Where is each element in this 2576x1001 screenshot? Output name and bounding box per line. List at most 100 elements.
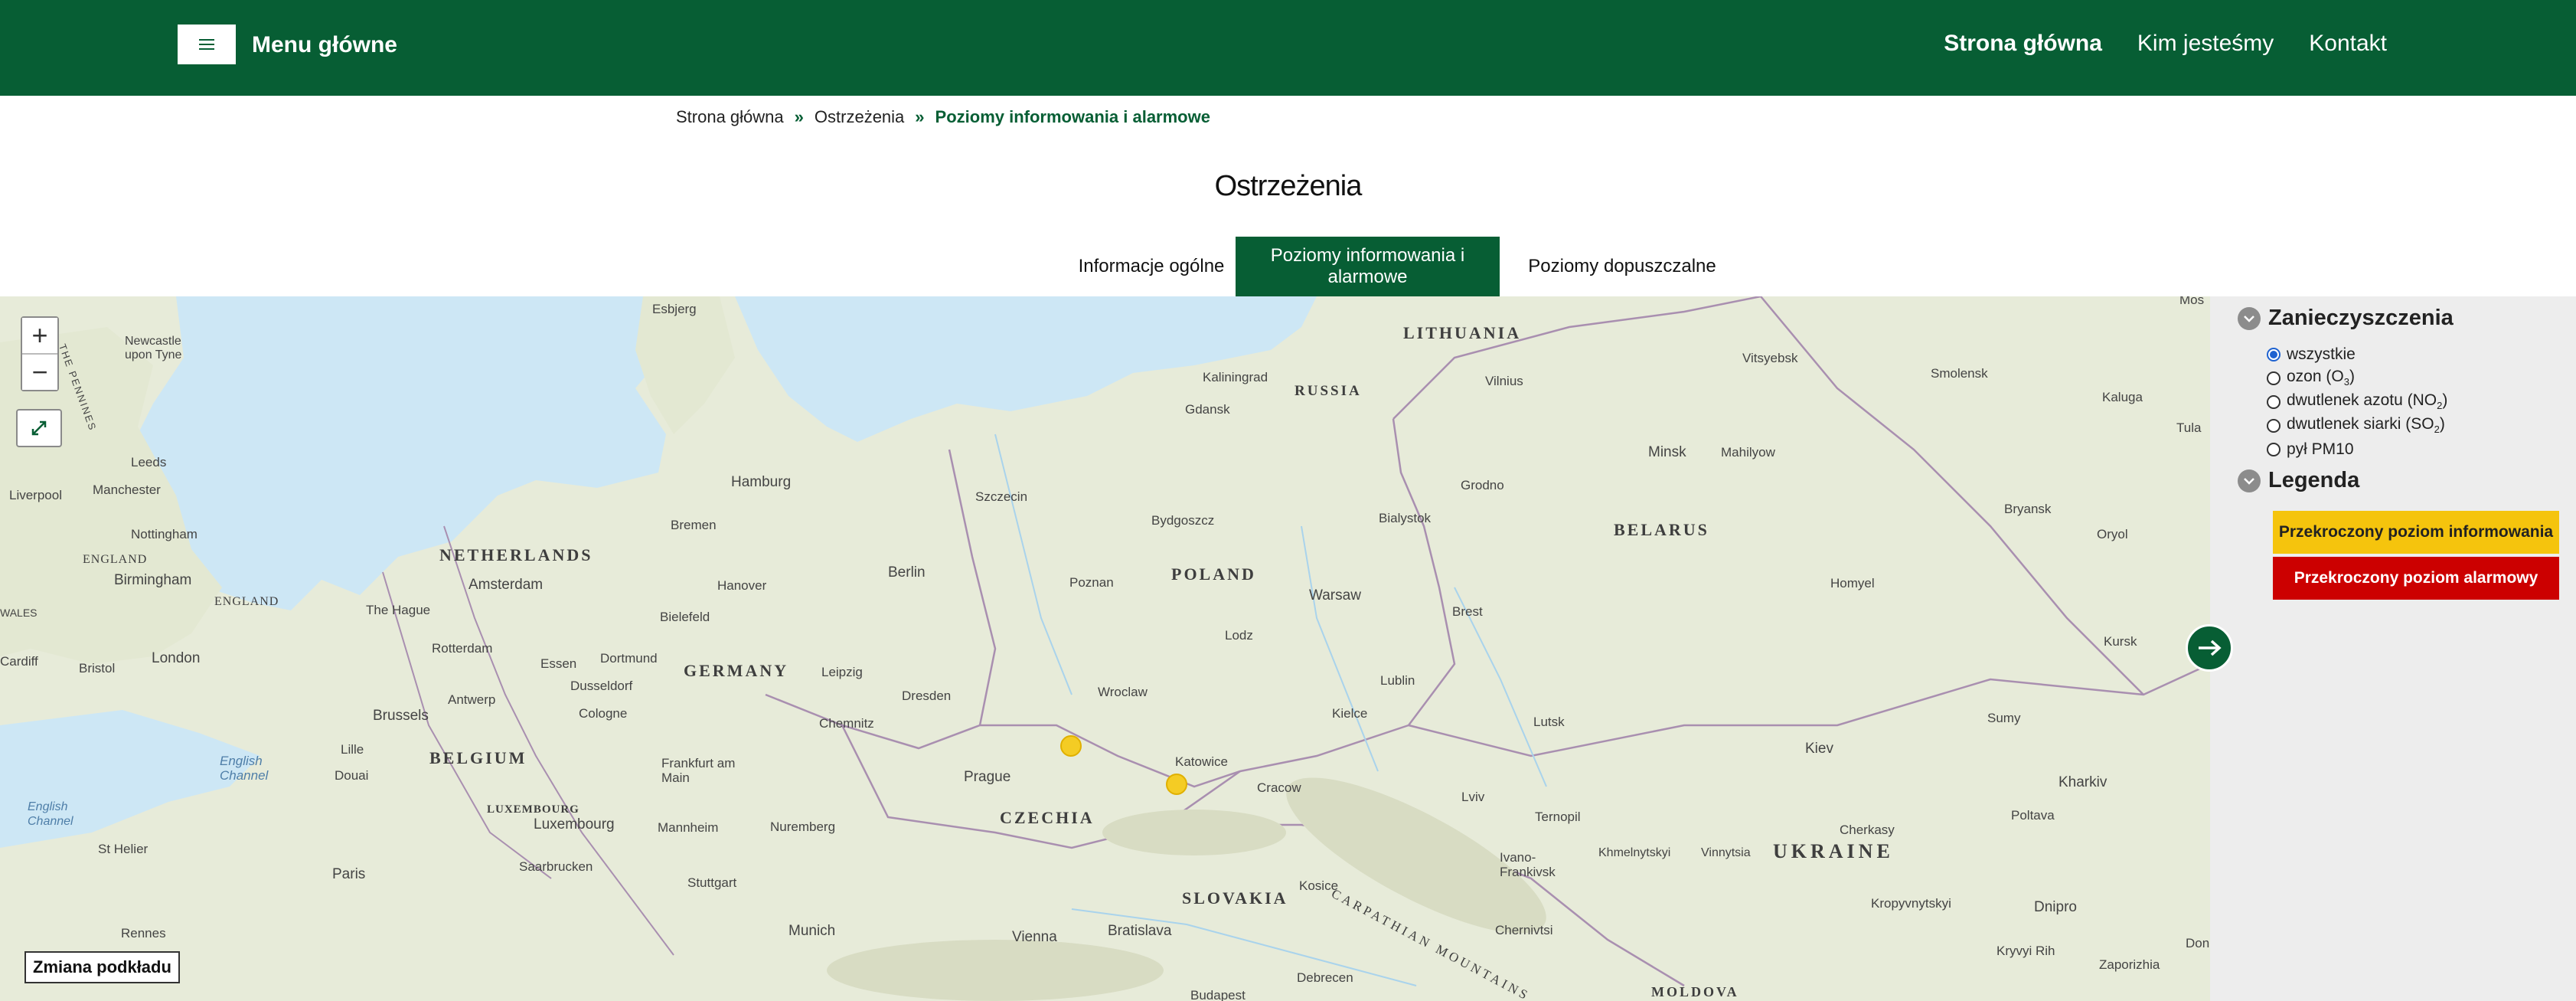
map-label-city: Lviv — [1461, 790, 1485, 804]
station-marker[interactable] — [1060, 735, 1082, 757]
page-title: Ostrzeżenia — [1214, 170, 1363, 202]
map-label-city: Luxembourg — [534, 816, 615, 833]
radio-button[interactable] — [2267, 394, 2281, 409]
tab-general-info[interactable]: Informacje ogólne — [1067, 237, 1236, 296]
map-label-city: Grodno — [1461, 478, 1504, 492]
map-label-city: Dresden — [902, 689, 952, 703]
map-label-city: Homyel — [1830, 576, 1875, 590]
map-label-city: Dortmund — [600, 651, 658, 666]
map-label-city: Khmelnytskyi — [1598, 846, 1671, 859]
map-label-city: Manchester — [93, 483, 161, 497]
map-label-city: Vitsyebsk — [1742, 351, 1798, 365]
map-label-city: Stuttgart — [687, 875, 737, 890]
map-basemap — [0, 296, 2210, 1001]
pollutant-option-so2[interactable]: dwutlenek siarki (SO2) — [2267, 414, 2447, 437]
map-label-city: Leeds — [131, 455, 167, 469]
map-label-city: Ternopil — [1535, 810, 1581, 824]
map-label-city: Kryvyi Rih — [1996, 944, 2055, 958]
tab-info-alarm-levels[interactable]: Poziomy informowania i alarmowe — [1236, 237, 1500, 296]
breadcrumb-separator: » — [915, 107, 925, 126]
map-label-city: Lodz — [1225, 628, 1253, 643]
map-label-city: Chemnitz — [819, 716, 874, 731]
map-label-city: Budapest — [1190, 988, 1246, 1001]
nav-link-about[interactable]: Kim jesteśmy — [2137, 31, 2274, 57]
map-label-city: Bielefeld — [660, 610, 710, 624]
map-label-city: Amsterdam — [469, 577, 544, 593]
pollutant-option-ozone[interactable]: ozon (O3) — [2267, 366, 2447, 390]
map-label-city: Warsaw — [1309, 587, 1361, 604]
map-label-city: Tula — [2176, 420, 2202, 435]
nav-link-home[interactable]: Strona główna — [1944, 31, 2102, 57]
pollutant-radio-group: wszystkie ozon (O3) dwutlenek azotu (NO2… — [2267, 342, 2447, 461]
map-label-city: Lutsk — [1533, 715, 1565, 729]
map-label-city: Katowice — [1175, 754, 1228, 769]
map-label-city: Leipzig — [821, 665, 863, 679]
option-label: pył PM10 — [2287, 440, 2354, 458]
pollutant-option-pm10[interactable]: pył PM10 — [2267, 437, 2447, 461]
panel-toggle-button[interactable] — [2186, 624, 2233, 672]
zoom-out-button[interactable]: − — [22, 355, 57, 390]
map-label-country: SLOVAKIA — [1182, 888, 1288, 908]
map-label-city: Oryol — [2097, 527, 2128, 541]
radio-button[interactable] — [2267, 371, 2281, 385]
pollutant-option-all[interactable]: wszystkie — [2267, 342, 2447, 366]
map-label-city: Brest — [1452, 604, 1483, 619]
map-label-city: Cracow — [1257, 780, 1301, 795]
map-label-country: RUSSIA — [1295, 383, 1362, 399]
map-label-city: Cherkasy — [1840, 823, 1895, 837]
map-label-country: BELARUS — [1614, 520, 1709, 539]
map-label-country: GERMANY — [684, 661, 789, 680]
map-label-city: Gdansk — [1185, 402, 1230, 417]
pollutant-option-no2[interactable]: dwutlenek azotu (NO2) — [2267, 390, 2447, 414]
legend-header[interactable]: Legenda — [2238, 468, 2359, 493]
zoom-in-button[interactable]: + — [22, 318, 57, 353]
map-label-sea: English Channel — [28, 800, 73, 828]
top-navigation: Strona główna Kim jesteśmy Kontakt — [1944, 31, 2387, 57]
map-label-city: Bristol — [79, 661, 116, 676]
map-label-city: Sumy — [1987, 711, 2021, 725]
main-menu-label[interactable]: Menu główne — [252, 32, 397, 58]
legend-info-level: Przekroczony poziom informowania — [2273, 511, 2559, 554]
fullscreen-icon — [31, 420, 47, 436]
basemap-change-button[interactable]: Zmiana podkładu — [24, 951, 180, 983]
radio-button[interactable] — [2267, 442, 2281, 456]
map-view[interactable]: LITHUANIA RUSSIA BELARUS POLAND NETHERLA… — [0, 296, 2210, 1001]
breadcrumb-separator: » — [794, 107, 804, 126]
breadcrumb-section[interactable]: Ostrzeżenia — [815, 107, 904, 127]
breadcrumb-home[interactable]: Strona główna — [676, 107, 784, 127]
map-label-city: Nuremberg — [770, 819, 836, 834]
map-label-city: Cardiff — [0, 654, 38, 669]
map-label-city: Bialystok — [1379, 511, 1432, 525]
map-label-city: Hanover — [717, 578, 767, 593]
zoom-control: + − — [21, 316, 59, 391]
tab-permissible-levels[interactable]: Poziomy dopuszczalne — [1500, 237, 1745, 296]
map-label-city: London — [152, 650, 201, 666]
map-label-region: ENGLAND — [214, 595, 279, 608]
map-label-city: Poznan — [1069, 575, 1114, 590]
map-label-city: Poltava — [2011, 808, 2055, 823]
map-label-city: Mahilyow — [1721, 445, 1775, 460]
map-label-city: Dnipro — [2034, 899, 2077, 915]
map-label-country: POLAND — [1171, 564, 1256, 584]
map-label-city: Wroclaw — [1098, 685, 1148, 699]
map-label-city: Nottingham — [131, 527, 198, 541]
pollutants-header[interactable]: Zanieczyszczenia — [2238, 306, 2454, 331]
map-label-city: Lille — [341, 742, 364, 757]
map-label-city: Douai — [335, 768, 369, 783]
map-label-city: Vinnytsia — [1701, 846, 1751, 859]
radio-button[interactable] — [2267, 418, 2281, 433]
map-label-city: Rennes — [121, 926, 166, 940]
map-label-city: Saarbrucken — [519, 859, 593, 874]
map-label-region: ENGLAND — [83, 553, 148, 566]
radio-button[interactable] — [2267, 347, 2281, 361]
nav-link-contact[interactable]: Kontakt — [2309, 31, 2387, 57]
fullscreen-button[interactable] — [16, 409, 62, 447]
map-label-city: Bydgoszcz — [1151, 513, 1215, 528]
map-label-city: Kiev — [1805, 741, 1833, 757]
station-marker[interactable] — [1166, 774, 1187, 795]
map-label-city: Antwerp — [448, 692, 496, 707]
map-label-city: Zaporizhia — [2099, 957, 2160, 972]
map-label-city: Szczecin — [975, 489, 1028, 504]
main-menu-button[interactable] — [178, 25, 236, 64]
option-label: dwutlenek azotu (NO2) — [2287, 391, 2448, 412]
